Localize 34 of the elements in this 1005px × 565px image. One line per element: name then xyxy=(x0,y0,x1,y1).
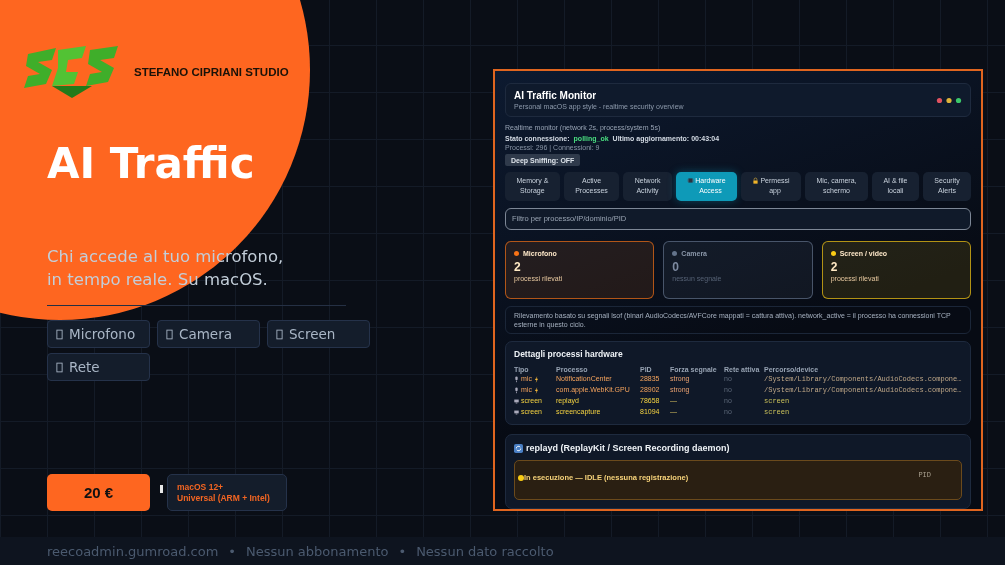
brand-name: STEFANO CIPRIANI STUDIO xyxy=(134,66,289,78)
microphone-icon xyxy=(514,386,519,394)
card-count: 2 xyxy=(830,260,839,274)
missing-glyph-icon xyxy=(276,328,283,340)
table-title: Dettagli processi hardware xyxy=(514,349,624,359)
hero-subtitle: in tempo reale. Su macOS. xyxy=(47,269,268,291)
feature-chip: Screen xyxy=(267,320,370,348)
requirements-badge: macOS 12+ Universal (ARM + Intel) xyxy=(167,474,287,511)
feature-chip: Microfono xyxy=(47,320,150,348)
footer-text: reecoadmin.gumroad.com xyxy=(47,543,219,559)
feature-chip: Rete xyxy=(47,353,150,381)
monitor-icon xyxy=(514,408,519,416)
missing-glyph-icon xyxy=(56,361,63,373)
price-button[interactable]: 20 € xyxy=(47,474,150,511)
app-title: AI Traffic Monitor xyxy=(514,90,598,102)
card-count: 2 xyxy=(514,260,522,274)
hero-title: AI Traffic xyxy=(47,140,256,188)
card-count: 0 xyxy=(672,260,680,274)
separator-dot: • xyxy=(228,543,236,559)
window-controls-icon xyxy=(936,96,962,104)
footer-text: Nessun dato raccolto xyxy=(416,543,554,559)
chip-icon xyxy=(687,176,695,184)
monitor-icon xyxy=(514,397,519,405)
status-dot xyxy=(518,475,524,481)
missing-glyph-icon xyxy=(56,328,63,340)
microphone-icon xyxy=(514,375,519,383)
feature-chip: Camera xyxy=(157,320,260,348)
marker-icon xyxy=(160,484,163,493)
daemon-title: replayd (ReplayKit / Screen Recording daemon) xyxy=(526,443,730,453)
refresh-icon xyxy=(514,443,523,453)
lock-icon xyxy=(752,176,760,184)
footer-text: Nessun abbonamento xyxy=(246,543,389,559)
missing-glyph-icon xyxy=(166,328,173,340)
separator-dot: • xyxy=(398,543,407,559)
